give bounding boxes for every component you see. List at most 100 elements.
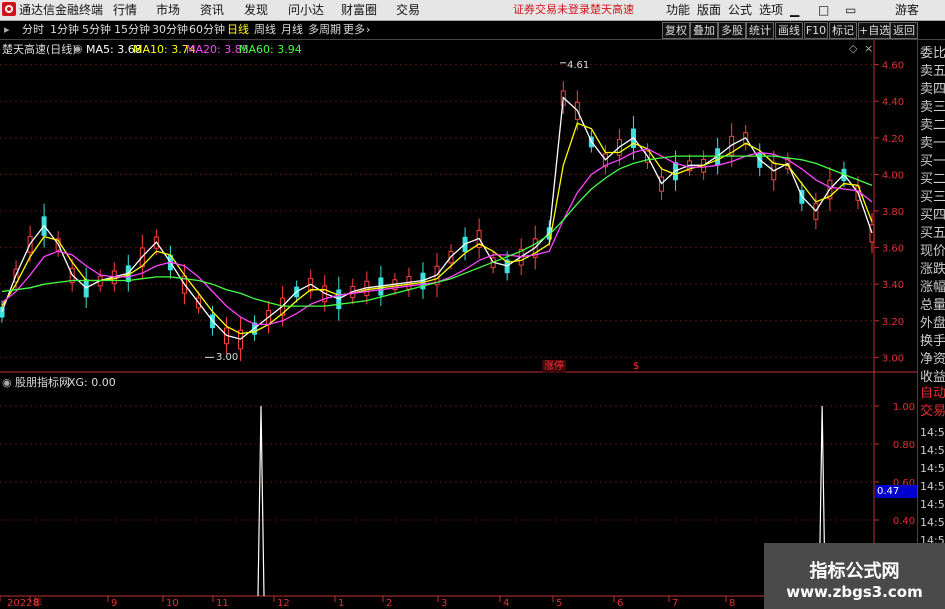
xg-spike xyxy=(257,405,265,597)
quote-panel-item: 涨跌 xyxy=(920,262,945,277)
btn-back[interactable]: 返回 xyxy=(890,22,918,39)
period-week[interactable]: 周线 xyxy=(254,23,276,37)
app-logo-icon xyxy=(2,2,16,16)
quote-panel-item: 14:56 xyxy=(920,462,945,475)
quote-panel-item: 14:56 xyxy=(920,516,945,529)
period-multi[interactable]: 多周期 xyxy=(308,23,341,37)
price-tick-label: 4.00 xyxy=(882,170,904,181)
indicator-options-icon[interactable]: ◉ xyxy=(2,376,12,389)
period-60min[interactable]: 60分钟 xyxy=(189,23,225,37)
period-1min[interactable]: 1分钟 xyxy=(50,23,79,37)
quote-panel-item: 14:56 xyxy=(920,498,945,511)
date-tick-label: 7 xyxy=(672,598,678,609)
btn-f10[interactable]: F10 xyxy=(804,22,828,39)
period-fenshi[interactable]: 分时 xyxy=(22,23,44,37)
menu-caifuquan[interactable]: 财富圈 xyxy=(341,2,377,18)
menu-faxian[interactable]: 发现 xyxy=(244,2,268,18)
btn-diejia[interactable]: 叠加 xyxy=(690,22,718,39)
minimize-icon[interactable]: ▁ xyxy=(790,2,799,18)
quote-panel-item: 卖三 xyxy=(920,100,945,115)
quote-panel-item: 交易 xyxy=(920,404,945,419)
price-tick-label: 4.40 xyxy=(882,97,904,108)
quote-panel-item: 14:56 xyxy=(920,426,945,439)
btn-add-watchlist[interactable]: +自选 xyxy=(858,22,890,39)
btn-tongji[interactable]: 统计 xyxy=(746,22,774,39)
quote-panel-item: 外盘 xyxy=(920,316,945,331)
date-tick-label: 6 xyxy=(617,598,623,609)
indicator-tick-label: 0.40 xyxy=(893,516,915,527)
date-tick-label: 11 xyxy=(216,598,229,609)
quote-panel-item: 14:56 xyxy=(920,444,945,457)
btn-duogu[interactable]: 多股 xyxy=(718,22,746,39)
menu-gongneng[interactable]: 功能 xyxy=(666,2,690,18)
restore-icon[interactable]: ▭ xyxy=(845,2,856,18)
quote-panel-item: 委比 xyxy=(920,46,945,61)
trade-login-status[interactable]: 证券交易未登录 xyxy=(513,2,590,18)
quote-panel-item: 14:56 xyxy=(920,480,945,493)
indicator-title: 股朋指标网 xyxy=(15,376,70,389)
price-tick-label: 3.60 xyxy=(882,244,904,255)
quote-panel-item: 买五 xyxy=(920,226,945,241)
quote-panel-item: 自动 xyxy=(920,386,945,401)
price-tick-label: 3.40 xyxy=(882,280,904,291)
price-tick-label: 3.80 xyxy=(882,207,904,218)
quote-panel: 委比 卖五 卖四 卖三 卖二 卖一 买一 买二 买三 买四 买五 现价 涨跌 涨幅 总量 外盘 换手 净资 收益 自动… xyxy=(917,40,945,609)
indicator-tick-label: 1.00 xyxy=(893,402,915,413)
more-chevron-icon[interactable]: › xyxy=(366,23,370,37)
quote-panel-item: 收益 xyxy=(920,370,945,385)
date-tick-label: 1 xyxy=(338,598,344,609)
dollar-marker[interactable]: $ xyxy=(633,360,639,373)
date-tick-label: 8 xyxy=(729,598,735,609)
price-tick-label: 3.00 xyxy=(882,353,904,364)
date-tick-label: 12 xyxy=(277,598,290,609)
quote-panel-item: 涨幅 xyxy=(920,280,945,295)
btn-biaoji[interactable]: 标记 xyxy=(829,22,857,39)
date-tick-label: 4 xyxy=(503,598,509,609)
limit-up-marker[interactable]: 涨停 xyxy=(542,360,566,373)
menu-jiaoyi[interactable]: 交易 xyxy=(396,2,420,18)
quote-panel-item: 卖一 xyxy=(920,136,945,151)
maximize-icon[interactable]: □ xyxy=(818,2,829,18)
indicator-xg-value: XG: 0.00 xyxy=(68,376,116,389)
menu-hangqing[interactable]: 行情 xyxy=(113,2,137,18)
period-day[interactable]: 日线 xyxy=(227,23,249,37)
guest-label[interactable]: 游客 xyxy=(895,2,919,18)
quote-panel-item: 买三 xyxy=(920,190,945,205)
indicator-tick-label: 0.80 xyxy=(893,440,915,451)
menu-wenxiaoda[interactable]: 问小达 xyxy=(288,2,324,18)
ma-line-ma5 xyxy=(1,96,873,340)
quote-panel-item: 买二 xyxy=(920,172,945,187)
btn-fuquan[interactable]: 复权 xyxy=(662,22,690,39)
price-tick-label: 4.60 xyxy=(882,61,904,72)
watermark: 指标公式网 www.zbgs3.com xyxy=(764,543,945,609)
period-30min[interactable]: 30分钟 xyxy=(152,23,188,37)
ma-line-ma10 xyxy=(1,122,873,335)
menu-shichang[interactable]: 市场 xyxy=(156,2,180,18)
watermark-title: 指标公式网 xyxy=(809,561,900,582)
menu-xuanxiang[interactable]: 选项 xyxy=(759,2,783,18)
price-tick-label: 4.20 xyxy=(882,134,904,145)
period-toolbar: ▸ 分时 1分钟 5分钟 15分钟 30分钟 60分钟 日线 周线 月线 多周期… xyxy=(0,21,945,40)
current-stock-name: 楚天高速 xyxy=(590,3,634,16)
menu-gongshi[interactable]: 公式 xyxy=(728,2,752,18)
quote-panel-item: 卖二 xyxy=(920,118,945,133)
date-tick-label: 5 xyxy=(556,598,562,609)
btn-huaxian[interactable]: 画线 xyxy=(775,22,803,39)
period-more[interactable]: 更多 xyxy=(343,23,365,37)
quote-panel-item: 买一 xyxy=(920,154,945,169)
quote-panel-item: 现价 xyxy=(920,244,945,259)
period-month[interactable]: 月线 xyxy=(281,23,303,37)
quote-panel-item: 卖四 xyxy=(920,82,945,97)
date-tick-label: 10 xyxy=(166,598,179,609)
indicator-current-value: 0.47 xyxy=(875,485,917,498)
kline-chart[interactable]: 4.60 4.40 4.20 4.00 3.80 3.60 3.40 3.20 3.00 1.00… xyxy=(0,40,917,609)
app-title: 通达信金融终端 xyxy=(19,3,104,17)
menu-banmian[interactable]: 版面 xyxy=(697,2,721,18)
quote-panel-item: 卖五 xyxy=(920,64,945,79)
menu-zixun[interactable]: 资讯 xyxy=(200,2,224,18)
period-5min[interactable]: 5分钟 xyxy=(82,23,111,37)
period-15min[interactable]: 15分钟 xyxy=(114,23,150,37)
price-tick-label: 3.20 xyxy=(882,317,904,328)
watermark-url: www.zbgs3.com xyxy=(786,583,923,601)
collapse-arrow-icon[interactable]: ▸ xyxy=(4,23,10,37)
